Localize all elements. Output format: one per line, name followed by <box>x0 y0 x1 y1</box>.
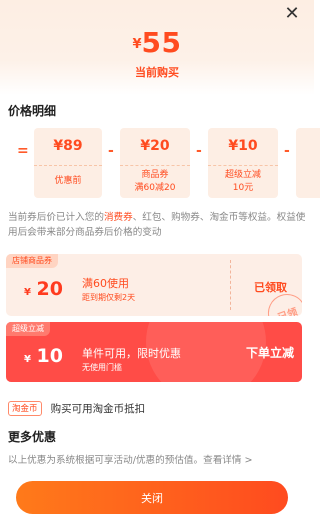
breakdown-coupon-condition: 满60减20 <box>134 183 176 193</box>
breakdown-more <box>296 128 320 198</box>
price-currency: ¥ <box>132 37 142 52</box>
minus-sign: - <box>196 143 202 159</box>
store-coupon-tag: 店铺商品券 <box>6 254 58 268</box>
breakdown-super-discount: ¥10 超级立减 10元 <box>208 128 278 198</box>
more-offers-title: 更多优惠 <box>8 430 57 444</box>
current-price: ¥55 <box>0 26 314 59</box>
breakdown-coupon: ¥20 商品券 满60减20 <box>120 128 190 198</box>
store-coupon-condition: 满60使用 <box>82 277 129 290</box>
store-coupon-status: 已领取 <box>254 281 287 294</box>
store-coupon[interactable]: 店铺商品券 ¥ 20 满60使用 距到期仅剩2天 已领取 已领 <box>6 254 302 316</box>
order-discount-button[interactable]: 下单立减 <box>246 344 294 361</box>
equals-sign: = <box>17 143 29 159</box>
breakdown-super-value: ¥10 <box>208 128 278 166</box>
taojinbi-row: 淘金币 购买可用淘金币抵扣 <box>8 398 146 416</box>
rights-note: 当前券后价已计入您的消费券、红包、购物券、淘金币等权益。权益使用后会带来部分商品… <box>8 212 306 238</box>
breakdown-title: 价格明细 <box>8 104 57 118</box>
super-coupon-condition: 单件可用，限时优惠 <box>82 347 181 360</box>
breakdown-super-label: 超级立减 <box>224 170 261 180</box>
breakdown-super-amount: 10元 <box>232 183 254 193</box>
consumer-coupon-link[interactable]: 消费券 <box>104 212 133 223</box>
taojinbi-text: 购买可用淘金币抵扣 <box>50 403 146 415</box>
super-coupon-threshold: 无使用门槛 <box>82 363 122 372</box>
store-coupon-expiry: 距到期仅剩2天 <box>82 293 136 302</box>
price-breakdown: = ¥89 优惠前 - ¥20 商品券 满60减20 - ¥10 超级立减 10… <box>0 126 320 202</box>
price-detail-panel: ✕ ¥55 当前购买 价格明细 = ¥89 优惠前 - ¥20 商品券 满60减… <box>0 0 320 523</box>
store-coupon-amount: ¥ 20 <box>24 278 63 300</box>
super-discount-coupon[interactable]: 超级立减 ¥ 10 单件可用，限时优惠 无使用门槛 下单立减 <box>6 322 302 382</box>
breakdown-coupon-value: ¥20 <box>120 128 190 166</box>
breakdown-original-value: ¥89 <box>34 128 102 166</box>
close-button[interactable]: 关闭 <box>16 481 288 514</box>
minus-sign: - <box>284 143 290 159</box>
breakdown-original: ¥89 优惠前 <box>34 128 102 198</box>
price-value: 55 <box>141 26 182 59</box>
super-coupon-amount: ¥ 10 <box>24 345 63 367</box>
breakdown-original-label: 优惠前 <box>54 176 82 186</box>
coupon-divider <box>230 260 231 310</box>
close-icon[interactable]: ✕ <box>280 3 304 25</box>
super-coupon-tag: 超级立减 <box>6 322 50 336</box>
more-offers-details-link[interactable]: 以上优惠为系统根据可享活动/优惠的预估值。查看详情 > <box>8 452 253 466</box>
price-label: 当前购买 <box>135 66 179 79</box>
breakdown-coupon-label: 商品券 <box>141 170 169 180</box>
taojinbi-tag: 淘金币 <box>8 401 42 416</box>
minus-sign: - <box>108 143 114 159</box>
